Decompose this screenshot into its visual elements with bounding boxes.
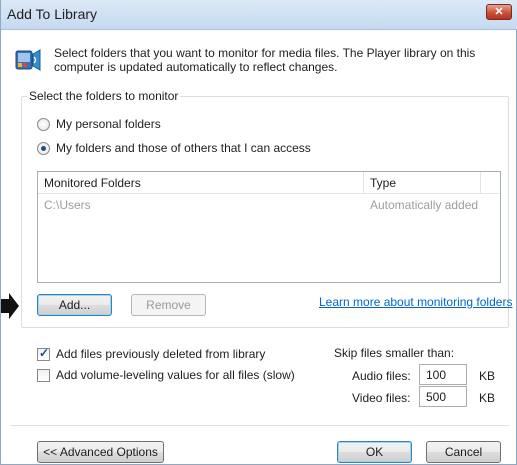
pointer-arrow-icon: [1, 293, 19, 319]
radio-button[interactable]: [37, 117, 50, 131]
monitored-folders-list[interactable]: Monitored Folders Type C:\Users Automati…: [37, 171, 501, 283]
skip-files-label: Skip files smaller than:: [334, 346, 455, 360]
separator-line: [10, 425, 509, 426]
remove-button-label: Remove: [146, 298, 191, 312]
checkbox[interactable]: [37, 346, 50, 361]
cancel-button-label: Cancel: [444, 445, 483, 459]
checkbox-add-deleted-files[interactable]: Add files previously deleted from librar…: [37, 346, 265, 362]
folder-cell: C:\Users: [44, 198, 91, 212]
radio-label: My personal folders: [56, 117, 161, 131]
checkbox-label: Add files previously deleted from librar…: [56, 347, 266, 361]
video-files-label: Video files:: [352, 391, 411, 405]
list-item[interactable]: C:\Users Automatically added: [38, 196, 500, 214]
media-library-icon: [15, 49, 41, 71]
radio-button[interactable]: [37, 141, 50, 155]
add-to-library-dialog: Add To Library ✕ Select folders that you…: [0, 0, 517, 465]
remove-button[interactable]: Remove: [131, 294, 206, 316]
checkbox-add-volume-leveling[interactable]: Add volume-leveling values for all files…: [37, 367, 295, 383]
close-icon: ✕: [494, 6, 504, 18]
column-separator[interactable]: [480, 172, 481, 194]
audio-unit-label: KB: [479, 369, 496, 383]
close-button[interactable]: ✕: [486, 4, 512, 20]
radio-label: My folders and those of others that I ca…: [56, 141, 311, 155]
learn-more-link[interactable]: Learn more about monitoring folders: [319, 295, 512, 309]
column-header-monitored-folders[interactable]: Monitored Folders: [38, 172, 141, 194]
audio-files-label: Audio files:: [352, 369, 411, 383]
checkbox[interactable]: [37, 368, 50, 382]
checkbox-label: Add volume-leveling values for all files…: [56, 368, 295, 382]
advanced-options-button[interactable]: << Advanced Options: [37, 441, 164, 463]
column-header-type[interactable]: Type: [364, 172, 396, 194]
window-title: Add To Library: [7, 6, 98, 22]
ok-button-label: OK: [365, 445, 384, 459]
ok-button[interactable]: OK: [337, 441, 412, 463]
title-bar[interactable]: Add To Library ✕: [1, 0, 517, 30]
list-header: Monitored Folders Type: [38, 172, 500, 194]
advanced-options-label: << Advanced Options: [43, 445, 158, 459]
add-button-label: Add...: [58, 298, 91, 312]
folders-group-label: Select the folders to monitor: [27, 89, 181, 103]
description-text: Select folders that you want to monitor …: [54, 46, 476, 74]
video-unit-label: KB: [479, 391, 496, 405]
type-cell: Automatically added: [370, 198, 479, 212]
cancel-button[interactable]: Cancel: [426, 441, 501, 463]
radio-my-folders-and-others[interactable]: My folders and those of others that I ca…: [37, 140, 311, 156]
audio-files-input[interactable]: [419, 364, 467, 385]
radio-my-personal-folders[interactable]: My personal folders: [37, 116, 161, 132]
add-button[interactable]: Add...: [37, 294, 112, 316]
video-files-input[interactable]: [419, 386, 467, 407]
